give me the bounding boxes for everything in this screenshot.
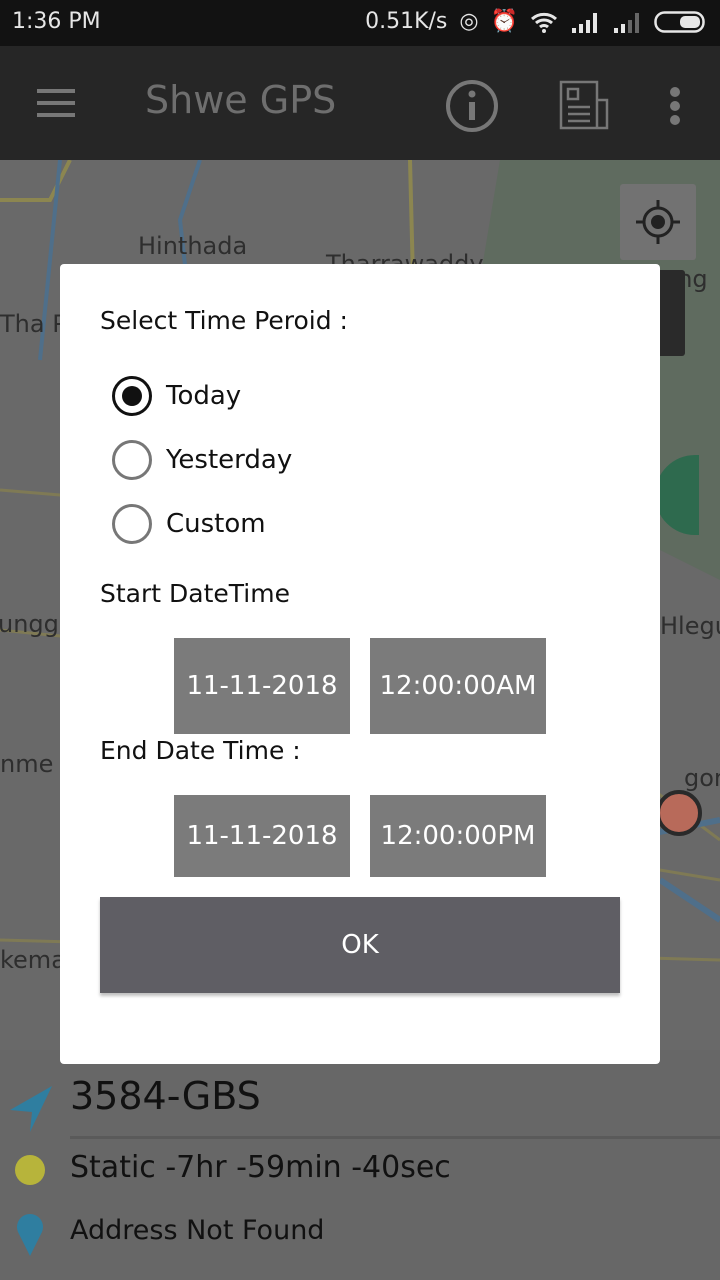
map-label: kema (0, 946, 66, 974)
end-time-button[interactable]: 12:00:00PM (370, 795, 546, 877)
location-pin-icon (17, 1214, 43, 1256)
radio-custom[interactable]: Custom (112, 504, 266, 544)
crosshair-icon (636, 200, 680, 244)
vehicle-name: 3584-GBS (70, 1074, 261, 1118)
start-date-button[interactable]: 11-11-2018 (174, 638, 350, 734)
radio-today[interactable]: Today (112, 376, 241, 416)
app-title: Shwe GPS (145, 78, 337, 122)
start-datetime-label: Start DateTime (100, 579, 290, 608)
alarm-icon: ⏰ (490, 9, 518, 34)
vehicle-marker-icon[interactable] (656, 790, 702, 836)
my-location-button[interactable] (620, 184, 696, 260)
divider (70, 1136, 720, 1139)
more-vert-icon[interactable] (668, 86, 682, 126)
hotspot-icon: ◎ (459, 9, 479, 34)
vehicle-info-panel: 3584-GBS Static -7hr -59min -40sec Addre… (0, 1050, 720, 1280)
net-speed: 0.51K/s (365, 9, 448, 34)
ok-button[interactable]: OK (100, 897, 620, 993)
map-label: Hlegu (660, 612, 720, 640)
start-time-button[interactable]: 12:00:00AM (370, 638, 546, 734)
map-label: Hinthada (138, 232, 248, 260)
status-bar: 1:36 PM 0.51K/s ◎ ⏰ (0, 0, 720, 46)
radio-checked-icon (112, 376, 152, 416)
navigation-icon (10, 1086, 52, 1132)
menu-icon[interactable] (37, 88, 75, 118)
vehicle-address: Address Not Found (70, 1215, 325, 1246)
map-label: gon (684, 764, 720, 792)
radio-unchecked-icon (112, 504, 152, 544)
wifi-icon (531, 12, 557, 33)
battery-icon (654, 10, 705, 33)
end-datetime-label: End Date Time : (100, 736, 301, 765)
radio-label: Today (166, 381, 242, 411)
radio-label: Custom (166, 509, 266, 539)
signal-icon (614, 12, 639, 33)
info-icon[interactable] (444, 78, 500, 134)
radio-label: Yesterday (166, 445, 293, 475)
vehicle-status: Static -7hr -59min -40sec (70, 1150, 451, 1185)
time-period-dialog: Select Time Peroid : Today Yesterday Cus… (60, 264, 660, 1064)
signal-icon (572, 12, 597, 33)
status-dot-icon (15, 1155, 45, 1185)
news-icon[interactable] (558, 80, 610, 130)
radio-unchecked-icon (112, 440, 152, 480)
app-bar: Shwe GPS (0, 46, 720, 160)
dialog-heading: Select Time Peroid : (100, 306, 348, 335)
map-label: nme (0, 750, 54, 778)
status-time: 1:36 PM (12, 9, 101, 34)
end-date-button[interactable]: 11-11-2018 (174, 795, 350, 877)
radio-yesterday[interactable]: Yesterday (112, 440, 292, 480)
